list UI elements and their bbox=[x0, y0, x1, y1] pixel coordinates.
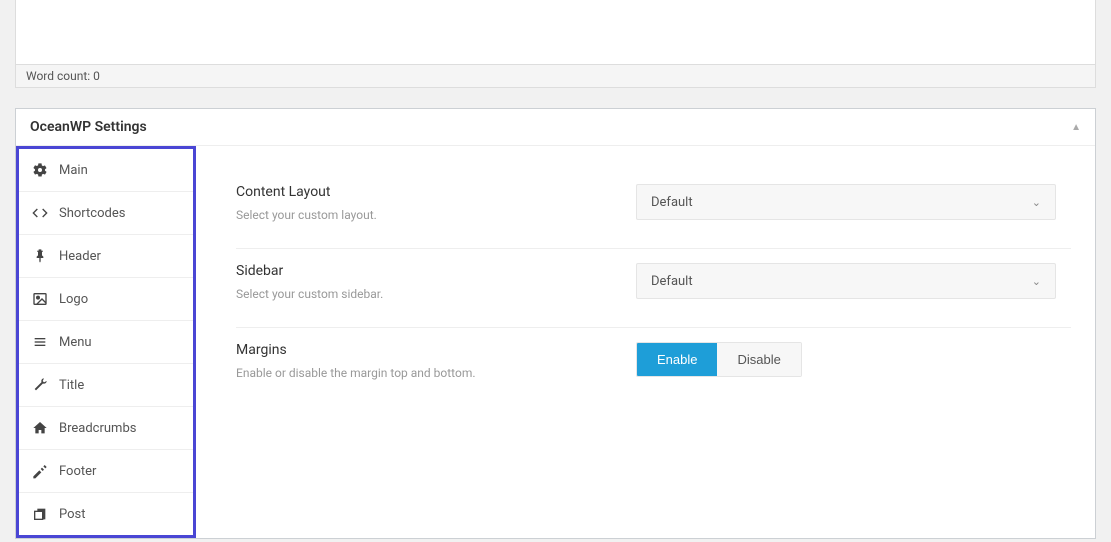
sidebar-item-shortcodes[interactable]: Shortcodes bbox=[19, 192, 193, 235]
sidebar-item-label: Menu bbox=[59, 335, 92, 350]
sidebar-item-label: Main bbox=[59, 163, 88, 178]
home-icon bbox=[31, 419, 49, 437]
gear-icon bbox=[31, 161, 49, 179]
chevron-down-icon: ⌄ bbox=[1032, 275, 1041, 288]
code-icon bbox=[31, 204, 49, 222]
sidebar-select[interactable]: Default ⌄ bbox=[636, 263, 1056, 299]
editor-content-area[interactable] bbox=[15, 0, 1096, 65]
sidebar-item-label: Title bbox=[59, 378, 84, 393]
sidebar-item-logo[interactable]: Logo bbox=[19, 278, 193, 321]
editor-status-bar: Word count: 0 bbox=[15, 65, 1096, 88]
field-label: Content Layout bbox=[236, 184, 636, 200]
margins-toggle: Enable Disable bbox=[636, 342, 802, 377]
sidebar-item-label: Logo bbox=[59, 292, 88, 307]
pin-icon bbox=[31, 247, 49, 265]
sidebar-item-label: Header bbox=[59, 249, 101, 264]
select-value: Default bbox=[651, 274, 693, 289]
field-sidebar: Sidebar Select your custom sidebar. Defa… bbox=[236, 249, 1071, 328]
sidebar-item-title[interactable]: Title bbox=[19, 364, 193, 407]
image-icon bbox=[31, 290, 49, 308]
sidebar-item-menu[interactable]: Menu bbox=[19, 321, 193, 364]
settings-content: Content Layout Select your custom layout… bbox=[196, 146, 1095, 430]
sidebar-item-label: Shortcodes bbox=[59, 206, 125, 221]
field-desc: Select your custom layout. bbox=[236, 208, 636, 222]
field-content-layout: Content Layout Select your custom layout… bbox=[236, 170, 1071, 249]
panel-header[interactable]: OceanWP Settings ▲ bbox=[16, 109, 1095, 146]
copy-icon bbox=[31, 505, 49, 523]
select-value: Default bbox=[651, 195, 693, 210]
sidebar-item-breadcrumbs[interactable]: Breadcrumbs bbox=[19, 407, 193, 450]
margins-enable-button[interactable]: Enable bbox=[637, 343, 717, 376]
margins-disable-button[interactable]: Disable bbox=[717, 343, 800, 376]
sidebar-item-label: Post bbox=[59, 507, 86, 522]
sidebar-item-label: Footer bbox=[59, 464, 96, 479]
wrench-icon bbox=[31, 376, 49, 394]
field-desc: Enable or disable the margin top and bot… bbox=[236, 366, 636, 380]
panel-body: Main Shortcodes Header bbox=[16, 146, 1095, 538]
page-root: Word count: 0 OceanWP Settings ▲ Main bbox=[0, 0, 1111, 542]
sidebar-item-post[interactable]: Post bbox=[19, 493, 193, 535]
sidebar-item-label: Breadcrumbs bbox=[59, 421, 136, 436]
word-count: Word count: 0 bbox=[26, 69, 100, 83]
field-desc: Select your custom sidebar. bbox=[236, 287, 636, 301]
settings-tab-list: Main Shortcodes Header bbox=[16, 146, 196, 538]
content-layout-select[interactable]: Default ⌄ bbox=[636, 184, 1056, 220]
menu-icon bbox=[31, 333, 49, 351]
hammer-icon bbox=[31, 462, 49, 480]
sidebar-item-footer[interactable]: Footer bbox=[19, 450, 193, 493]
panel-title: OceanWP Settings bbox=[30, 119, 147, 135]
oceanwp-settings-panel: OceanWP Settings ▲ Main S bbox=[15, 108, 1096, 539]
field-label: Margins bbox=[236, 342, 636, 358]
field-label: Sidebar bbox=[236, 263, 636, 279]
settings-tabs-sidebar: Main Shortcodes Header bbox=[16, 146, 196, 538]
field-margins: Margins Enable or disable the margin top… bbox=[236, 328, 1071, 406]
panel-collapse-icon[interactable]: ▲ bbox=[1071, 122, 1081, 133]
sidebar-item-main[interactable]: Main bbox=[19, 149, 193, 192]
sidebar-item-header[interactable]: Header bbox=[19, 235, 193, 278]
chevron-down-icon: ⌄ bbox=[1032, 196, 1041, 209]
